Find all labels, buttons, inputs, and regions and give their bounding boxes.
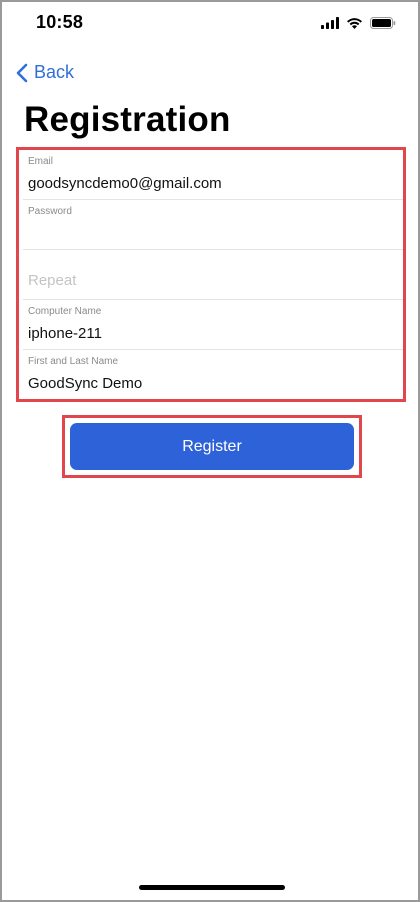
- computer-name-field[interactable]: Computer Name iphone-211: [23, 300, 403, 350]
- register-button-highlight: Register: [62, 415, 362, 478]
- password-field[interactable]: Password: [23, 200, 403, 250]
- back-label: Back: [34, 62, 75, 82]
- full-name-value: GoodSync Demo: [28, 375, 143, 392]
- password-label: Password: [28, 206, 72, 217]
- cellular-signal-icon: [321, 16, 339, 34]
- chevron-left-icon: [16, 63, 28, 83]
- status-bar: 10:58: [2, 2, 418, 46]
- email-value: goodsyncdemo0@gmail.com: [28, 175, 222, 192]
- repeat-password-placeholder: Repeat: [28, 272, 77, 289]
- battery-icon: [370, 16, 396, 34]
- wifi-icon: [346, 16, 363, 34]
- email-field[interactable]: Email goodsyncdemo0@gmail.com: [23, 150, 403, 200]
- back-button[interactable]: Back: [16, 62, 74, 83]
- status-time: 10:58: [36, 12, 84, 32]
- computer-name-value: iphone-211: [28, 325, 102, 342]
- full-name-label: First and Last Name: [28, 356, 119, 367]
- status-icons: [321, 16, 396, 34]
- repeat-password-field[interactable]: Repeat: [23, 250, 403, 300]
- home-indicator: [139, 885, 285, 890]
- email-label: Email: [28, 156, 54, 167]
- registration-form: Email goodsyncdemo0@gmail.com Password R…: [16, 147, 406, 402]
- register-button[interactable]: Register: [70, 423, 354, 470]
- page-title: Registration: [24, 100, 231, 139]
- computer-name-label: Computer Name: [28, 306, 102, 317]
- full-name-field[interactable]: First and Last Name GoodSync Demo: [23, 350, 403, 400]
- app-screen: 10:58 Back Registration Email goodsyncde…: [0, 0, 420, 902]
